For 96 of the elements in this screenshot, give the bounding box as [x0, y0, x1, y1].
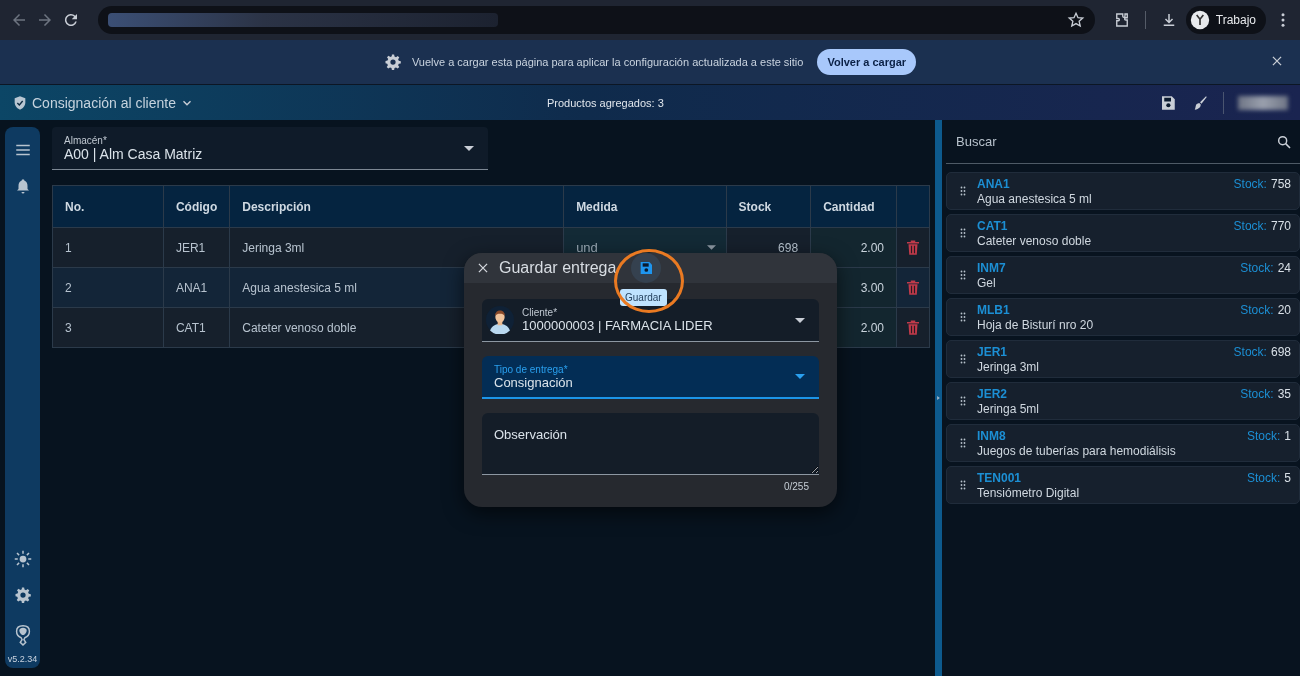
product-card[interactable]: ANA1 Stock: 758 Agua anestesica 5 ml: [946, 172, 1300, 210]
stock-label: Stock:: [1240, 260, 1274, 275]
product-code: INM7: [977, 260, 1006, 275]
shield-check-icon: [12, 94, 28, 111]
trash-icon[interactable]: [904, 318, 922, 337]
product-card[interactable]: JER1 Stock: 698 Jeringa 3ml: [946, 340, 1300, 378]
quantity-field[interactable]: 2.00: [860, 240, 884, 255]
stock-value: 5: [1284, 470, 1291, 485]
delivery-type-select[interactable]: Tipo de entrega* Consignación: [482, 356, 819, 399]
stock-value: 698: [1270, 344, 1291, 359]
stock-value: 35: [1277, 386, 1291, 401]
tooltip: Guardar: [620, 289, 667, 306]
product-name: Agua anestesica 5 ml: [977, 191, 1093, 206]
product-card[interactable]: JER2 Stock: 35 Jeringa 5ml: [946, 382, 1300, 420]
settings-icon[interactable]: [13, 586, 32, 604]
caret-icon: [795, 317, 805, 323]
field-value: A00 | Alm Casa Matriz: [64, 145, 204, 162]
close-icon[interactable]: [476, 261, 490, 275]
column-header: Descripción: [229, 185, 564, 228]
field-value: Consignación: [494, 374, 574, 390]
observation-field[interactable]: Observación: [482, 413, 819, 475]
stock-label: Stock:: [1240, 302, 1274, 317]
character-counter: 0/255: [783, 481, 809, 492]
table-cell: 1: [52, 227, 164, 268]
product-name: Jeringa 5ml: [977, 401, 1041, 416]
table-cell: CAT1: [163, 307, 230, 348]
product-name: Hoja de Bisturí nro 20: [977, 317, 1095, 332]
quantity-field[interactable]: 3.00: [860, 280, 884, 295]
stock-value: 770: [1270, 218, 1291, 233]
column-header: Código: [163, 185, 230, 228]
caret-icon: [795, 374, 805, 379]
product-code: ANA1: [977, 176, 1010, 191]
product-name: Jeringa 3ml: [977, 359, 1041, 374]
reload-button[interactable]: Volver a cargar: [817, 49, 917, 75]
product-name: Cateter venoso doble: [977, 233, 1093, 248]
sun-icon[interactable]: [13, 550, 32, 568]
expand-arrow-icon: [935, 393, 942, 403]
product-code: CAT1: [977, 218, 1008, 233]
caret-icon: [464, 145, 474, 151]
product-card[interactable]: INM8 Stock: 1 Juegos de tuberías para hemodiálisis: [946, 424, 1300, 462]
warehouse-select[interactable]: Almacén* A00 | Alm Casa Matriz: [52, 127, 488, 170]
save-icon: [638, 260, 655, 276]
search-icon[interactable]: [1276, 133, 1292, 150]
stock-value: 20: [1277, 302, 1291, 317]
settings-icon: [383, 53, 402, 71]
product-name: Juegos de tuberías para hemodiálisis: [977, 443, 1177, 458]
products-added-count: Productos agregados: 3: [547, 96, 664, 109]
reload-icon[interactable]: [62, 11, 80, 29]
column-header: Stock: [726, 185, 811, 228]
field-label: Almacén*: [64, 134, 108, 146]
profile-button[interactable]: Trabajo: [1185, 6, 1266, 34]
stock-value: 758: [1270, 176, 1291, 191]
table-cell: ANA1: [163, 267, 230, 308]
product-card[interactable]: INM7 Stock: 24 Gel: [946, 256, 1300, 294]
caret-icon: [706, 245, 716, 250]
stock-label: Stock:: [1233, 344, 1267, 359]
column-header: No.: [52, 185, 164, 228]
stock-label: Stock:: [1246, 470, 1281, 485]
save-button[interactable]: [631, 253, 662, 283]
module-selector[interactable]: Consignación al cliente: [32, 94, 194, 111]
search-field[interactable]: Buscar: [946, 120, 1300, 164]
stock-label: Stock:: [1246, 428, 1281, 443]
product-card[interactable]: MLB1 Stock: 20 Hoja de Bisturí nro 20: [946, 298, 1300, 336]
product-code: MLB1: [977, 302, 1010, 317]
info-message: Vuelve a cargar esta página para aplicar la configuración actualizada a este sitio: [411, 56, 804, 68]
product-card[interactable]: CAT1 Stock: 770 Cateter venoso doble: [946, 214, 1300, 252]
star-icon[interactable]: [1066, 11, 1085, 29]
stock-label: Stock:: [1240, 386, 1274, 401]
save-icon[interactable]: [1159, 93, 1177, 112]
table-cell: JER1: [163, 227, 230, 268]
product-code: JER2: [977, 386, 1008, 401]
product-name: Tensiómetro Digital: [977, 485, 1081, 500]
product-code: TEN001: [977, 470, 1022, 485]
stock-value: 24: [1277, 260, 1291, 275]
product-name: Gel: [977, 275, 997, 290]
user-avatar[interactable]: [1238, 95, 1288, 110]
product-code: INM8: [977, 428, 1006, 443]
avatar-icon: [486, 306, 514, 334]
stock-value: 1: [1284, 428, 1291, 443]
stock-label: Stock:: [1233, 176, 1267, 191]
stock-label: Stock:: [1233, 218, 1267, 233]
quantity-field[interactable]: 2.00: [860, 320, 884, 335]
column-header: Medida: [563, 185, 727, 228]
table-cell: 3: [52, 307, 164, 348]
product-card[interactable]: TEN001 Stock: 5 Tensiómetro Digital: [946, 466, 1300, 504]
product-code: JER1: [977, 344, 1008, 359]
field-label: Tipo de entrega*: [494, 363, 569, 375]
profile-icon: [1189, 10, 1210, 30]
column-header: Cantidad: [810, 185, 897, 228]
forward-icon[interactable]: [36, 11, 54, 29]
trash-icon[interactable]: [904, 278, 922, 297]
table-cell: 2: [52, 267, 164, 308]
trash-icon[interactable]: [904, 238, 922, 257]
field-label: Cliente*: [522, 307, 559, 318]
version-label: v5.2.34: [7, 654, 38, 664]
close-icon[interactable]: [1270, 54, 1284, 68]
